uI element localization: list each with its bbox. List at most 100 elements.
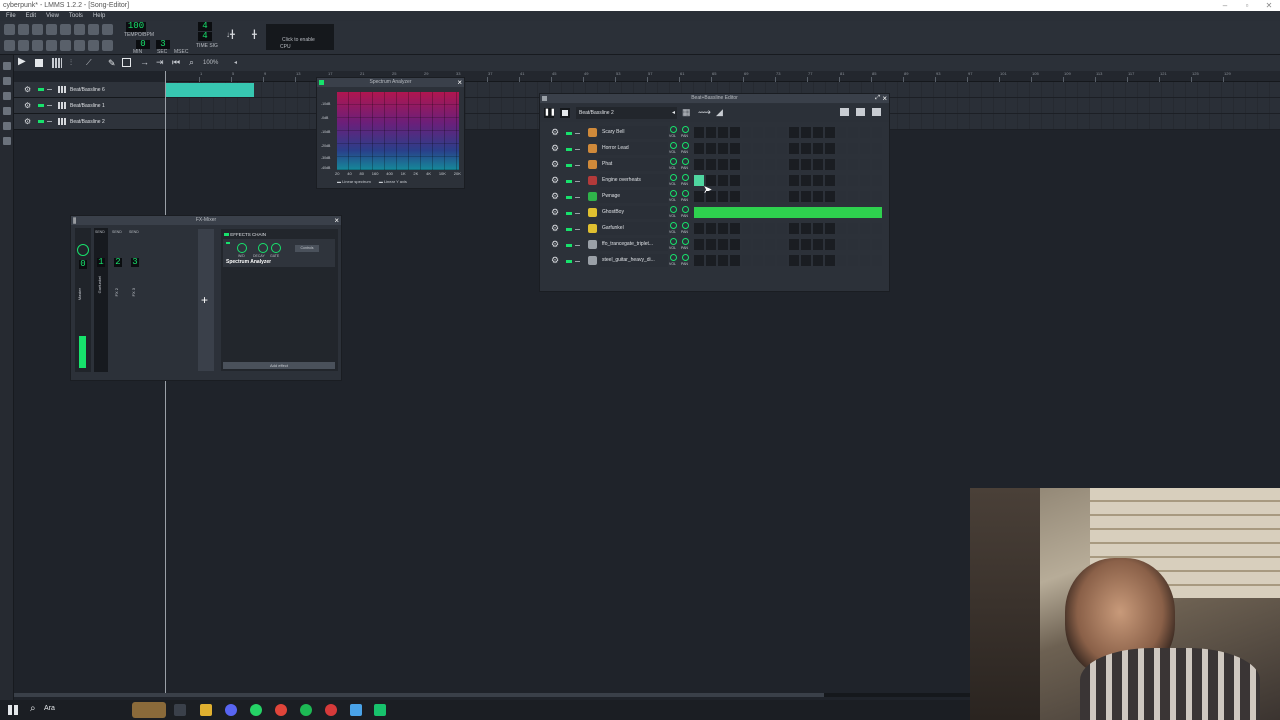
step-button[interactable] [717,175,728,186]
gear-icon[interactable]: ⚙ [24,101,34,110]
piano-roll-icon[interactable] [32,40,43,51]
maximize-icon[interactable]: ▫ [1236,0,1258,11]
export-icon[interactable] [74,24,85,35]
effects-chain-led[interactable] [224,233,229,236]
step-button[interactable] [694,159,704,170]
instrument-name-button[interactable]: ffo_trancegate_triplet... [598,238,668,251]
new-file-icon[interactable] [4,24,15,35]
step-button[interactable] [717,127,728,138]
step-button[interactable] [753,175,764,186]
step-button[interactable] [836,223,847,234]
step-button[interactable] [789,127,799,138]
step-button[interactable] [741,223,752,234]
step-button[interactable] [729,223,740,234]
instrument-activity-led[interactable] [566,260,572,263]
effect-enable-led[interactable] [226,242,230,244]
auto-scroll-icon[interactable]: → [140,57,149,67]
master-pitch-slider[interactable]: ╋ [252,30,257,39]
step-button[interactable] [765,159,776,170]
controller-rack-icon[interactable] [74,40,85,51]
instrument-activity-led[interactable] [566,148,572,151]
step-button[interactable] [694,191,704,202]
step-button[interactable] [705,143,716,154]
step-button[interactable] [694,175,704,186]
step-button[interactable] [741,143,752,154]
step-button[interactable] [717,255,728,266]
add-steps-icon[interactable]: ◢ [716,107,723,118]
clone-steps-icon[interactable] [872,108,881,116]
task-view-icon[interactable] [174,704,186,716]
add-channel-button[interactable]: + [198,229,214,371]
step-button[interactable] [789,159,799,170]
solo-icon[interactable] [575,181,580,182]
pause-icon[interactable]: ❚❚ [544,108,556,118]
instrument-name-button[interactable]: Garfunkel [598,222,668,235]
gear-icon[interactable]: ⚙ [551,207,559,218]
playhead[interactable] [165,71,166,696]
step-button[interactable] [800,127,811,138]
step-button[interactable] [694,223,704,234]
step-button[interactable] [777,239,787,250]
step-button[interactable] [860,255,871,266]
step-button[interactable] [694,127,704,138]
close-icon[interactable]: × [457,78,462,87]
step-button[interactable] [789,175,799,186]
step-button[interactable] [729,143,740,154]
stop-icon[interactable] [35,59,43,67]
gear-icon[interactable]: ⚙ [551,175,559,186]
time-sig-bottom[interactable]: 4 [198,32,212,41]
app-icon[interactable] [350,704,362,716]
whatsapp-icon[interactable] [250,704,262,716]
gear-icon[interactable]: ⚙ [551,223,559,234]
volume-knob[interactable] [670,174,677,181]
solo-icon[interactable] [575,261,580,262]
fx-mixer-icon[interactable] [60,40,71,51]
instrument-activity-led[interactable] [566,228,572,231]
close-icon[interactable]: × [882,94,887,103]
step-button[interactable] [860,127,871,138]
history-icon[interactable] [102,40,113,51]
step-button[interactable] [717,191,728,202]
pan-knob[interactable] [682,142,689,149]
bb-instrument-row[interactable]: ⚙ GhostBoy VOL PAN [544,205,884,221]
instrument-activity-led[interactable] [566,164,572,167]
volume-knob[interactable] [670,254,677,261]
step-button[interactable] [848,175,859,186]
bb-pattern-clip[interactable] [166,83,254,97]
step-button[interactable] [824,175,835,186]
volume-knob[interactable] [670,238,677,245]
bb-instrument-row[interactable]: ⚙ steel_guitar_heavy_di... VOL PAN [544,253,884,269]
step-button[interactable] [765,255,776,266]
root-directory-icon[interactable] [3,137,11,145]
my-samples-icon[interactable] [3,92,11,100]
zoom-select[interactable]: 100% [203,60,218,66]
instrument-name-button[interactable]: Pwnage [598,190,668,203]
step-button[interactable] [729,255,740,266]
step-button[interactable] [836,175,847,186]
solo-icon[interactable] [47,105,52,106]
menu-edit[interactable]: Edit [22,11,40,21]
gear-icon[interactable]: ⚙ [551,191,559,202]
volume-knob[interactable] [670,206,677,213]
step-button[interactable] [789,223,799,234]
media-app-icon[interactable] [325,704,337,716]
step-button[interactable] [741,239,752,250]
step-button[interactable] [705,175,716,186]
step-button[interactable] [753,191,764,202]
step-button[interactable] [789,143,799,154]
step-button[interactable] [729,239,740,250]
instrument-name-button[interactable]: Phat [598,158,668,171]
step-button[interactable] [765,127,776,138]
pan-knob[interactable] [682,158,689,165]
send-knob[interactable] [77,244,89,256]
step-button[interactable] [729,191,740,202]
step-button[interactable] [848,239,859,250]
pattern-select[interactable]: Beat/Bassline 2 ◂ [576,107,677,119]
step-button[interactable] [729,175,740,186]
step-button[interactable] [777,223,787,234]
decay-knob[interactable] [258,243,268,253]
volume-knob[interactable] [670,126,677,133]
step-button[interactable] [753,223,764,234]
step-button[interactable] [717,143,728,154]
menu-help[interactable]: Help [89,11,109,21]
